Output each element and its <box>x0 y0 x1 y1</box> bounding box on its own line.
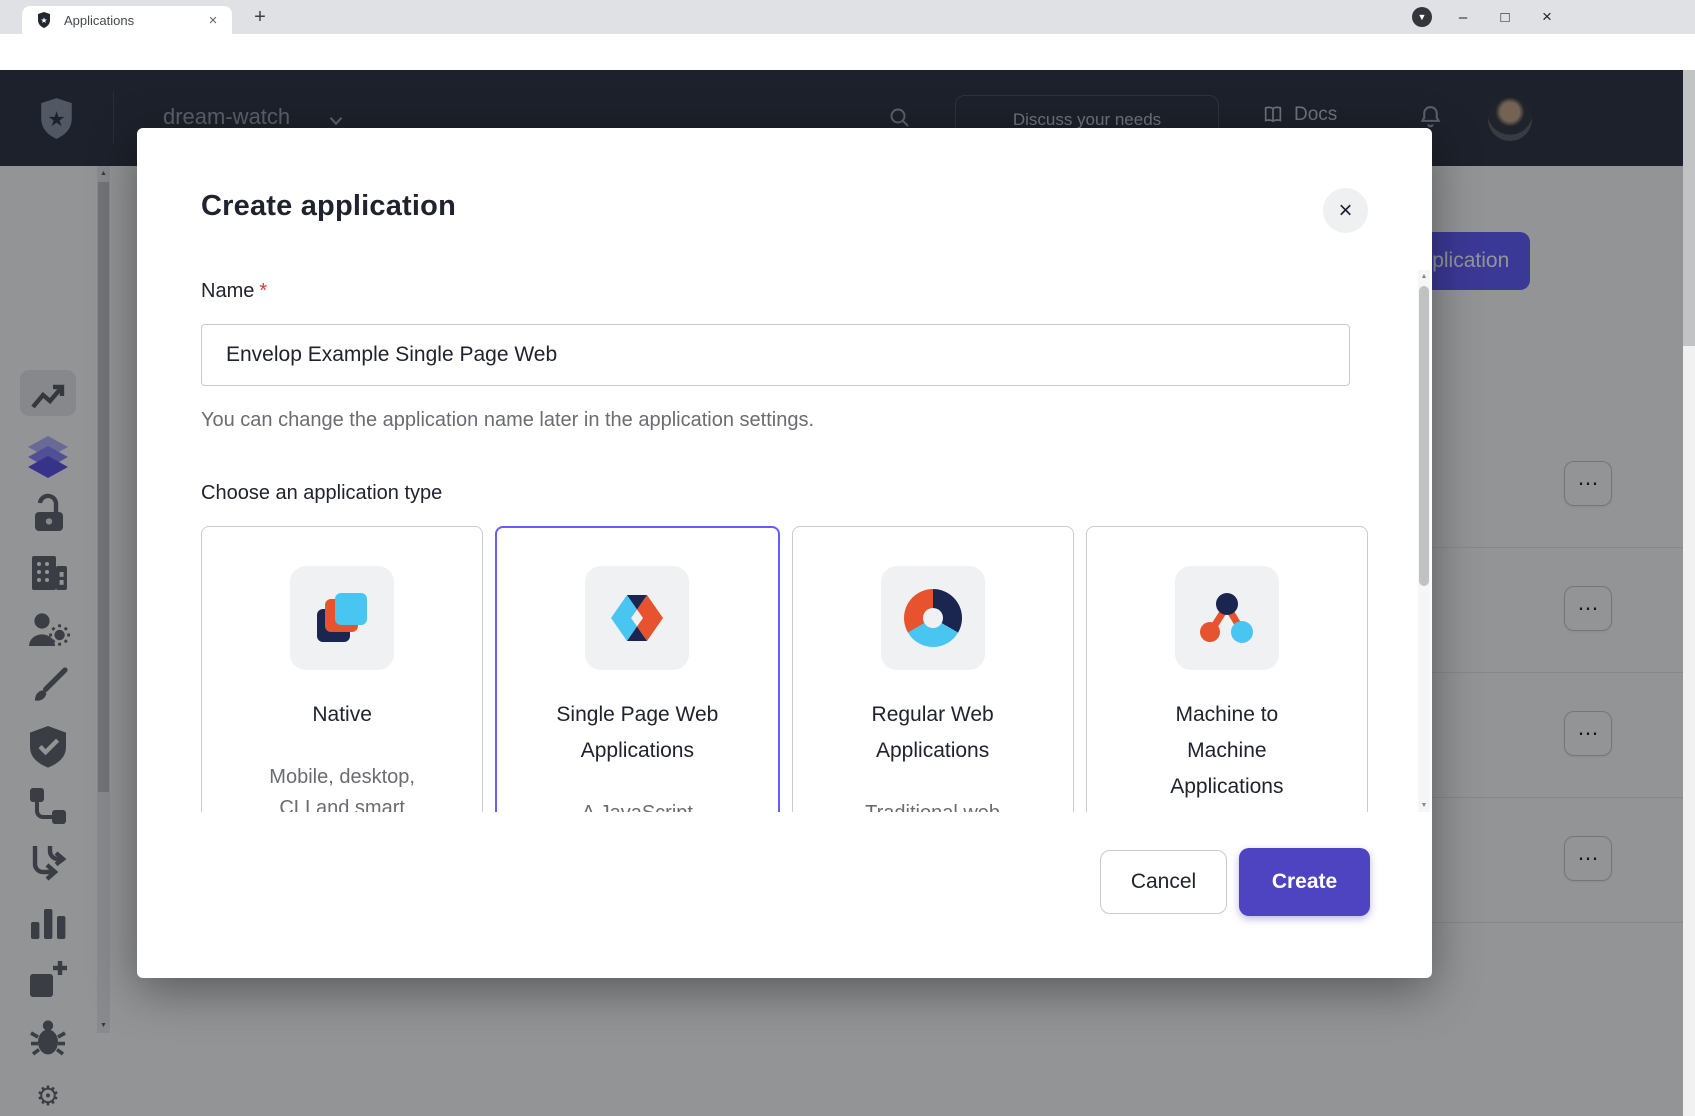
card-title: Regular Web Applications <box>793 697 1073 769</box>
card-title: Native <box>202 697 482 733</box>
cancel-button[interactable]: Cancel <box>1100 850 1227 914</box>
application-type-cards: Native Mobile, desktop, CLI and smart Si… <box>201 526 1368 812</box>
name-help-text: You can change the application name late… <box>201 409 814 432</box>
auth0-favicon-icon: ★ <box>36 12 52 28</box>
tab-title: Applications <box>64 13 134 28</box>
native-stack-icon <box>310 586 374 650</box>
card-native[interactable]: Native Mobile, desktop, CLI and smart <box>201 526 483 812</box>
modal-scroll-area: Create application × Name* You can chang… <box>137 128 1432 812</box>
required-asterisk: * <box>259 280 267 302</box>
browser-page-scrollbar[interactable] <box>1683 70 1695 1116</box>
browser-tab[interactable]: ★ Applications × <box>22 6 232 34</box>
card-title: Single Page Web Applications <box>497 697 777 769</box>
card-regular-web[interactable]: Regular Web Applications Traditional web <box>792 526 1074 812</box>
modal-scroll-down-icon[interactable]: ▼ <box>1418 802 1430 809</box>
m2m-nodes-icon <box>1195 586 1259 650</box>
modal-scrollbar-thumb[interactable] <box>1419 286 1429 586</box>
card-description: Mobile, desktop, CLI and smart <box>202 762 482 812</box>
close-icon: × <box>1338 197 1352 225</box>
modal-close-button[interactable]: × <box>1323 188 1368 233</box>
card-description: A JavaScript <box>497 798 777 812</box>
chrome-update-icon[interactable]: ▼ <box>1412 7 1432 27</box>
name-label: Name* <box>201 280 267 303</box>
browser-toolbar: ← → ↻ manage.auth0.com/dashboard/eu/drea… <box>0 34 1695 70</box>
tab-close-icon[interactable]: × <box>204 11 222 29</box>
window-close-button[interactable]: × <box>1530 4 1564 30</box>
svg-text:★: ★ <box>40 16 47 25</box>
card-title: Machine to Machine Applications <box>1087 697 1367 805</box>
m2m-icon-tile <box>1175 566 1279 670</box>
card-machine-to-machine[interactable]: Machine to Machine Applications <box>1086 526 1368 812</box>
spa-diamond-icon <box>605 586 669 650</box>
application-name-input[interactable] <box>201 324 1350 386</box>
card-description: Traditional web <box>793 798 1073 812</box>
window-minimize-button[interactable]: – <box>1446 4 1480 30</box>
regular-web-donut-icon <box>904 589 962 647</box>
card-single-page-web[interactable]: Single Page Web Applications A JavaScrip… <box>495 526 779 812</box>
create-button[interactable]: Create <box>1239 848 1370 916</box>
browser-titlebar: ★ Applications × + ▼ – □ × <box>0 0 1695 34</box>
create-application-modal: Create application × Name* You can chang… <box>137 128 1432 978</box>
new-tab-button[interactable]: + <box>248 5 272 29</box>
modal-title: Create application <box>201 190 456 223</box>
native-icon-tile <box>290 566 394 670</box>
window-maximize-button[interactable]: □ <box>1488 4 1522 30</box>
regular-web-icon-tile <box>881 566 985 670</box>
browser-page-scrollbar-thumb[interactable] <box>1683 70 1695 346</box>
application-type-label: Choose an application type <box>201 482 442 505</box>
modal-scrollbar[interactable]: ▲ ▼ <box>1418 270 1430 812</box>
modal-scroll-up-icon[interactable]: ▲ <box>1418 273 1430 280</box>
spa-icon-tile <box>585 566 689 670</box>
